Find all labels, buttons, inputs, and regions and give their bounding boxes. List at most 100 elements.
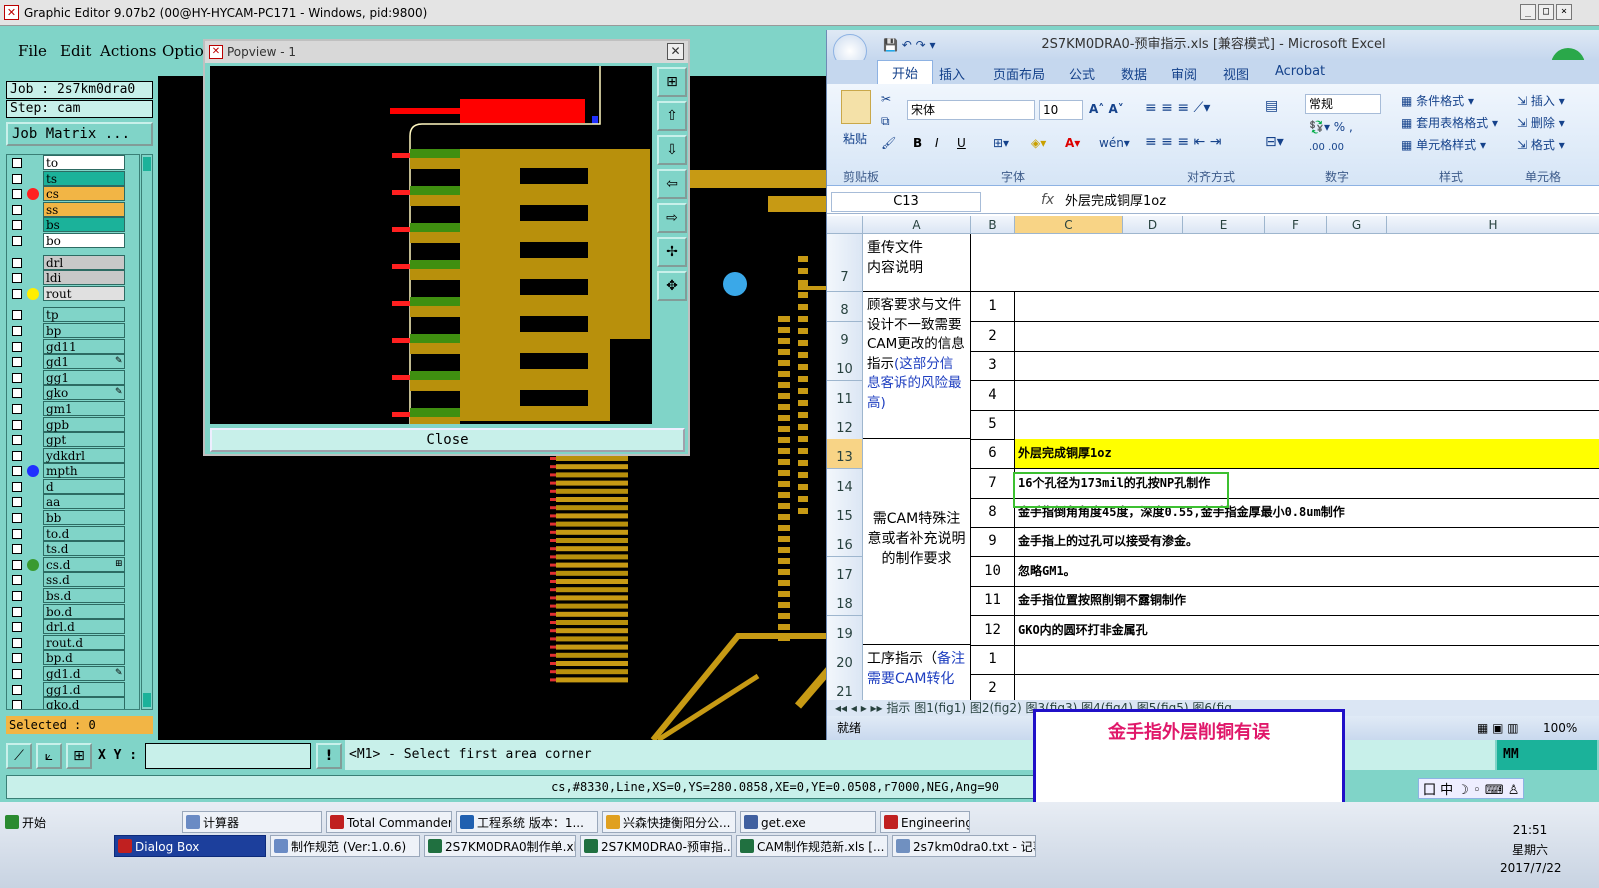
layer-name[interactable]: gm1 (43, 400, 125, 416)
item-text[interactable]: 金手指位置按照削铜不露铜制作 (1015, 586, 1599, 616)
layer-row[interactable]: gm1 (7, 400, 139, 417)
popview-zoom-out-icon[interactable]: ✥ (657, 271, 687, 301)
layer-row[interactable]: ss.d (7, 572, 139, 588)
align-top-icon[interactable]: ≡ ≡ ≡ ⟋▾ (1145, 100, 1210, 116)
quick-access-toolbar[interactable]: 💾 ↶ ↷ ▾ (883, 30, 936, 60)
layer-checkbox[interactable] (12, 684, 22, 695)
view-buttons-icon[interactable]: ▦ ▣ ▥ (1477, 716, 1519, 740)
format-button[interactable]: ⇲ 格式 ▾ (1517, 136, 1565, 153)
layer-name[interactable]: ydkdrl (43, 447, 125, 463)
name-box[interactable]: C13 (831, 192, 981, 212)
layer-row[interactable]: ss (7, 201, 139, 218)
layer-row[interactable]: bp (7, 322, 139, 339)
layer-name[interactable]: to.d (43, 525, 125, 541)
layer-checkbox[interactable] (12, 235, 22, 246)
layer-checkbox[interactable] (12, 637, 22, 648)
layer-name[interactable]: bs.d (43, 588, 125, 604)
item-number[interactable]: 11 (971, 586, 1015, 616)
layer-checkbox[interactable] (12, 622, 22, 633)
row-header[interactable]: 10 (827, 351, 863, 381)
tab-home[interactable]: 开始 (877, 60, 934, 84)
layer-row[interactable]: bs (7, 217, 139, 233)
layer-row[interactable]: tp (7, 307, 139, 323)
popview-zoom-in-icon[interactable]: ✢ (657, 237, 687, 267)
layer-row[interactable]: gg1 (7, 369, 139, 386)
font-name-select[interactable]: 宋体 (907, 100, 1035, 120)
row-header[interactable]: 16 (827, 527, 863, 557)
layer-row[interactable]: ts.d (7, 541, 139, 557)
layer-checkbox[interactable] (12, 544, 22, 555)
layer-row[interactable]: gd1.d ✎ (7, 666, 139, 682)
cell-style-button[interactable]: ▦ 单元格样式 ▾ (1401, 136, 1486, 153)
italic-button[interactable]: I (935, 136, 939, 150)
process-text[interactable] (1015, 674, 1599, 700)
layer-checkbox[interactable] (12, 173, 22, 184)
layer-name[interactable]: drl (43, 254, 125, 270)
layer-row[interactable]: d (7, 478, 139, 495)
spreadsheet-grid[interactable]: A B C D E F G H 7 8 9 10 11 12 13 14 15 16 17 18 19 20 21 重传文件 … (827, 216, 1599, 700)
item-number[interactable]: 6 (971, 439, 1015, 469)
row-header[interactable]: 19 (827, 616, 863, 646)
layer-name[interactable]: ldi (43, 270, 125, 286)
tab-page-layout[interactable]: 页面布局 (993, 64, 1045, 83)
layer-row[interactable]: cs (7, 186, 139, 202)
popview-zoom-home-icon[interactable]: ⊞ (657, 67, 687, 97)
measure-tool-icon[interactable]: ⟋ (6, 743, 32, 769)
wrap-text-icon[interactable]: ▤ (1265, 98, 1278, 114)
menu-edit[interactable]: Edit (60, 42, 91, 60)
snap-tool-icon[interactable]: ⟀ (36, 743, 62, 769)
layer-name[interactable]: mpth (43, 463, 125, 479)
layer-checkbox[interactable] (12, 220, 22, 231)
popview-pan-left-icon[interactable]: ⇦ (657, 169, 687, 199)
select-all-corner[interactable] (827, 216, 863, 234)
formula-input[interactable]: 外层完成铜厚1oz (1065, 192, 1166, 212)
item-number[interactable]: 1 (971, 292, 1015, 322)
layer-name[interactable]: gpb (43, 416, 125, 432)
layer-row[interactable]: gko.d (7, 697, 139, 709)
layer-checkbox[interactable] (12, 273, 22, 284)
delete-button[interactable]: ⇲ 删除 ▾ (1517, 114, 1565, 131)
item-number[interactable]: 2 (971, 322, 1015, 352)
item-text[interactable] (1015, 381, 1599, 411)
currency-icon[interactable]: 💱▾ % , (1309, 120, 1353, 134)
layer-row[interactable]: bp.d (7, 650, 139, 666)
layer-name[interactable]: gg1 (43, 369, 125, 385)
row-header[interactable]: 8 (827, 292, 863, 322)
layer-name[interactable]: drl.d (43, 619, 125, 635)
tab-review[interactable]: 审阅 (1171, 64, 1197, 83)
layer-name[interactable]: cs (43, 186, 125, 202)
layer-row[interactable]: gg1.d (7, 681, 139, 698)
font-size-select[interactable]: 10 (1039, 100, 1083, 120)
layer-name[interactable]: bb (43, 510, 125, 526)
layer-name[interactable]: gpt (43, 432, 125, 448)
process-number[interactable]: 1 (971, 645, 1015, 675)
merge-center-icon[interactable]: ⊟▾ (1265, 134, 1284, 150)
layer-row[interactable]: gpt (7, 432, 139, 448)
section-reupload[interactable]: 重传文件 内容说明 (863, 234, 971, 292)
taskbar-button[interactable]: 计算器 (182, 811, 322, 833)
layer-name[interactable]: aa (43, 494, 125, 510)
layer-row[interactable]: gko ✎ (7, 385, 139, 401)
row-header[interactable]: 7 (827, 234, 863, 292)
taskbar-button[interactable]: Engineering T... (880, 811, 970, 833)
layer-name[interactable]: ss.d (43, 572, 125, 588)
scroll-down-arrow-icon[interactable] (143, 693, 151, 707)
layer-name[interactable]: bp (43, 322, 125, 338)
xy-input[interactable] (145, 743, 311, 769)
layer-row[interactable]: gpb (7, 416, 139, 433)
layer-row[interactable]: drl.d (7, 619, 139, 635)
item-number[interactable]: 4 (971, 381, 1015, 411)
layer-name[interactable]: gko.d (43, 697, 125, 709)
layer-checkbox[interactable] (12, 403, 22, 414)
layer-name[interactable]: gd1.d (43, 666, 125, 681)
layer-name[interactable]: gd1 (43, 354, 125, 370)
row-header[interactable]: 18 (827, 586, 863, 616)
layer-checkbox[interactable] (12, 435, 22, 446)
table-format-button[interactable]: ▦ 套用表格格式 ▾ (1401, 114, 1498, 131)
taskbar-button[interactable]: 2S7KM0DRA0-预审指... (580, 835, 732, 857)
job-matrix-button[interactable]: Job Matrix ... (6, 122, 153, 146)
layer-name[interactable]: gd11 (43, 338, 125, 354)
tab-acrobat[interactable]: Acrobat (1275, 64, 1325, 79)
warning-icon[interactable]: ! (316, 743, 342, 769)
taskbar-button[interactable]: 2s7km0dra0.txt - 记事本 (892, 835, 1036, 857)
